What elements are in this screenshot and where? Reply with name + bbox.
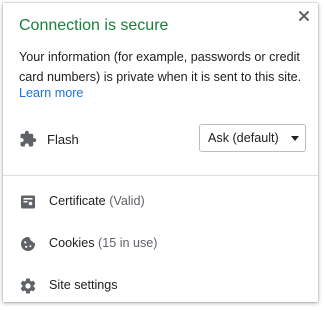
site-settings-item[interactable]: Site settings	[19, 275, 307, 297]
security-description: Your information (for example, passwords…	[19, 50, 302, 84]
certificate-icon	[21, 195, 35, 209]
learn-more-link[interactable]: Learn more	[19, 86, 83, 100]
gear-icon	[20, 278, 36, 294]
site-settings-text: Site settings	[49, 278, 118, 292]
certificate-text: Certificate (Valid)	[49, 194, 145, 208]
permission-row-flash: Flash Ask (default)	[19, 124, 307, 154]
close-button[interactable]	[296, 8, 312, 24]
flash-permission-select[interactable]: Ask (default)	[199, 124, 306, 152]
page-info-bubble: Connection is secure Your information (f…	[3, 3, 318, 302]
cookie-icon	[21, 237, 35, 251]
close-icon	[299, 11, 309, 21]
permission-label: Flash	[47, 132, 79, 147]
item-label: Certificate	[49, 194, 106, 208]
item-detail: (Valid)	[109, 194, 145, 208]
cookies-text: Cookies (15 in use)	[49, 236, 158, 250]
item-label: Site settings	[49, 278, 118, 292]
chevron-down-icon	[291, 136, 299, 141]
item-detail: (15 in use)	[98, 236, 158, 250]
cookies-item[interactable]: Cookies (15 in use)	[19, 233, 307, 255]
puzzle-piece-icon	[20, 130, 37, 147]
certificate-item[interactable]: Certificate (Valid)	[19, 191, 307, 213]
item-label: Cookies	[49, 236, 95, 250]
bubble-title: Connection is secure	[19, 17, 169, 34]
divider	[3, 175, 318, 176]
select-value: Ask (default)	[208, 131, 279, 145]
